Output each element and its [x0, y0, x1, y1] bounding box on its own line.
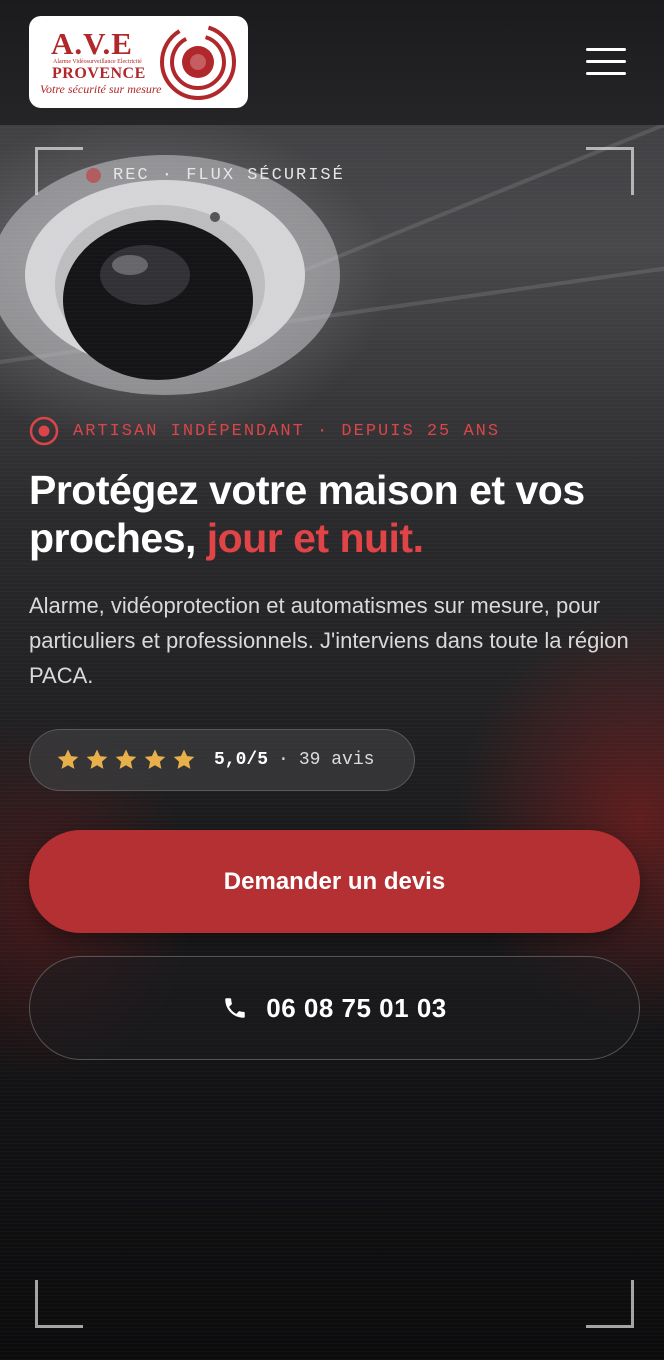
hamburger-icon — [586, 60, 626, 63]
site-logo[interactable]: A.V.E Alarme Vidéosurveillance Electrici… — [29, 16, 248, 108]
rating-separator: · — [278, 750, 289, 770]
logo-emblem-icon — [160, 24, 236, 100]
request-quote-button[interactable]: Demander un devis — [29, 830, 640, 933]
rec-label: REC · FLUX SÉCURISÉ — [113, 166, 345, 185]
frame-corner-top-left — [35, 147, 83, 195]
star-icon — [57, 749, 79, 769]
phone-icon — [225, 998, 245, 1018]
hamburger-icon — [586, 72, 626, 75]
frame-corner-bottom-left — [35, 1280, 83, 1328]
page-title: Protégez votre maison et vos proches, jo… — [29, 466, 649, 562]
hamburger-icon — [586, 48, 626, 51]
headline-accent: jour et nuit. — [206, 515, 424, 561]
star-rating — [56, 748, 196, 772]
star-icon — [144, 749, 166, 769]
call-phone-button[interactable]: 06 08 75 01 03 — [29, 956, 640, 1060]
logo-name: A.V.E — [51, 26, 133, 61]
eyebrow-text: ARTISAN INDÉPENDANT · DEPUIS 25 ANS — [73, 421, 501, 441]
star-icon — [115, 749, 137, 769]
star-icon — [173, 749, 195, 769]
rating-badge[interactable]: 5,0/5 · 39 avis — [29, 729, 415, 791]
frame-corner-bottom-right — [586, 1280, 634, 1328]
eyebrow: ARTISAN INDÉPENDANT · DEPUIS 25 ANS — [29, 416, 500, 446]
target-icon — [29, 416, 59, 446]
rating-count: 39 avis — [298, 750, 375, 770]
rec-dot-icon — [86, 168, 101, 183]
logo-tagline: Votre sécurité sur mesure — [40, 82, 162, 96]
rec-indicator: REC · FLUX SÉCURISÉ — [86, 166, 345, 185]
phone-number: 06 08 75 01 03 — [266, 992, 447, 1023]
frame-corner-top-right — [586, 147, 634, 195]
logo-region: PROVENCE — [52, 65, 146, 82]
hero-lead: Alarme, vidéoprotection et automatismes … — [29, 593, 629, 688]
menu-button[interactable] — [582, 44, 630, 80]
site-header: A.V.E Alarme Vidéosurveillance Electrici… — [0, 0, 664, 125]
rating-score: 5,0/5 — [214, 750, 269, 770]
star-icon — [86, 749, 108, 769]
